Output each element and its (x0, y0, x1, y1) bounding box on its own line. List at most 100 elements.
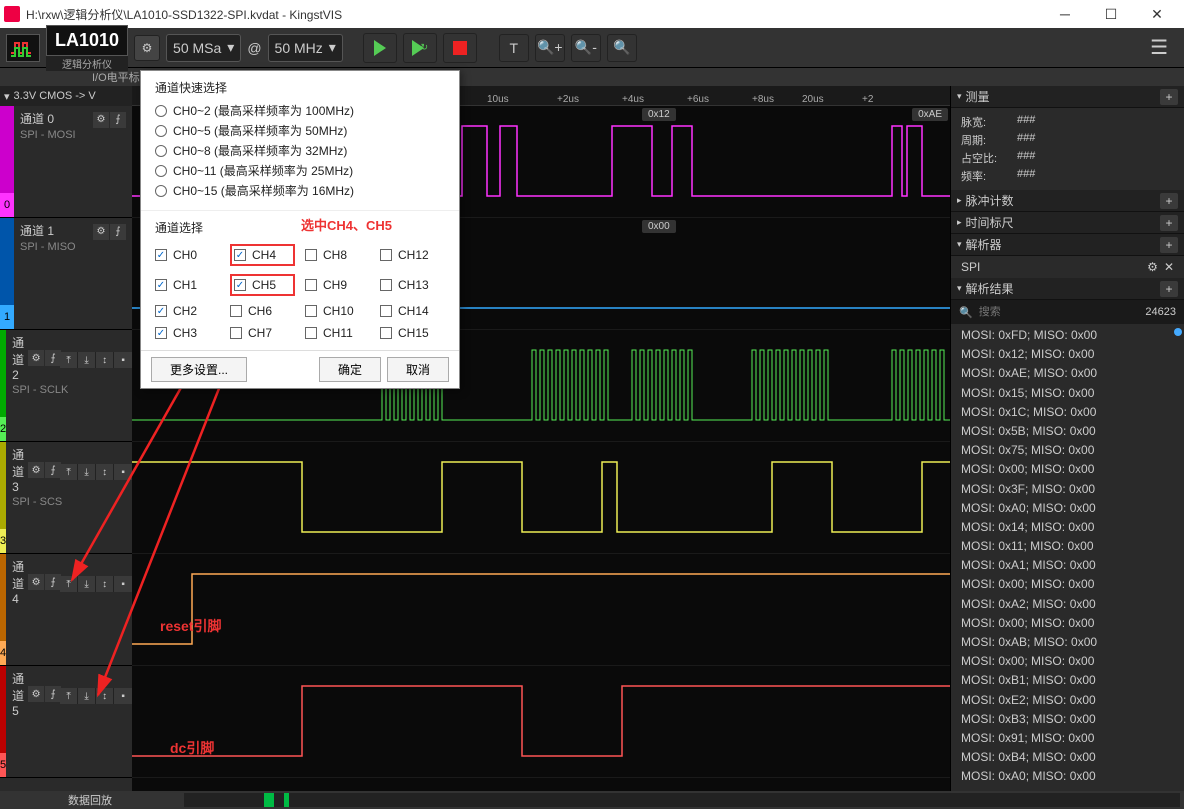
edge-controls[interactable]: ⤒⤓↕▪ (60, 688, 134, 704)
channel-checkbox-CH7[interactable]: CH7 (230, 326, 295, 340)
cancel-button[interactable]: 取消 (387, 357, 449, 382)
parser-item[interactable]: SPI⚙✕ (951, 256, 1184, 278)
result-line[interactable]: MOSI: 0x15; MISO: 0x00 (961, 384, 1174, 403)
gear-icon[interactable]: ⚙ (1147, 260, 1158, 274)
stop-button[interactable] (443, 33, 477, 63)
add-button[interactable]: + (1160, 89, 1178, 105)
panel-timeruler-header[interactable]: ▸时间标尺+ (951, 212, 1184, 234)
radio-option[interactable]: CH0~8 (最高采样频率为 32MHz) (155, 142, 445, 159)
panel-parser-header[interactable]: ▾解析器+ (951, 234, 1184, 256)
result-line[interactable]: MOSI: 0x12; MISO: 0x00 (961, 345, 1174, 364)
channel-checkbox-CH10[interactable]: CH10 (305, 304, 370, 318)
channel-name: 通道 1 (20, 222, 54, 239)
zoom-in-button[interactable]: 🔍+ (535, 34, 565, 62)
channel-checkbox-CH15[interactable]: CH15 (380, 326, 445, 340)
gear-icon[interactable]: ⚙ (28, 350, 44, 366)
result-line[interactable]: MOSI: 0xB1; MISO: 0x00 (961, 671, 1174, 690)
edge-controls[interactable]: ⤒⤓↕▪ (60, 464, 134, 480)
radio-option[interactable]: CH0~5 (最高采样频率为 50MHz) (155, 122, 445, 139)
device-settings-button[interactable]: ⚙ (134, 35, 160, 61)
zoom-out-button[interactable]: 🔍- (571, 34, 601, 62)
channel-checkbox-CH0[interactable]: CH0 (155, 244, 220, 266)
result-line[interactable]: MOSI: 0xAB; MISO: 0x00 (961, 633, 1174, 652)
result-line[interactable]: MOSI: 0x00; MISO: 0x00 (961, 614, 1174, 633)
result-line[interactable]: MOSI: 0x3F; MISO: 0x00 (961, 480, 1174, 499)
edge-controls[interactable]: ⤒⤓↕▪ (60, 576, 134, 592)
add-button[interactable]: + (1160, 215, 1178, 231)
add-button[interactable]: + (1160, 193, 1178, 209)
result-line[interactable]: MOSI: 0xA2; MISO: 0x00 (961, 595, 1174, 614)
results-list[interactable]: MOSI: 0xFD; MISO: 0x00MOSI: 0x12; MISO: … (951, 324, 1184, 791)
voltage-selector[interactable]: ▾3.3V CMOS -> V (0, 86, 132, 106)
close-icon[interactable]: ✕ (1164, 260, 1174, 274)
channel-checkbox-CH2[interactable]: CH2 (155, 304, 220, 318)
result-line[interactable]: MOSI: 0x00; MISO: 0x00 (961, 575, 1174, 594)
edge-icon[interactable]: ⨍ (45, 686, 61, 702)
channel-checkbox-CH8[interactable]: CH8 (305, 244, 370, 266)
gear-icon[interactable]: ⚙ (93, 224, 109, 240)
edge-icon[interactable]: ⨍ (110, 224, 126, 240)
channel-checkbox-CH11[interactable]: CH11 (305, 326, 370, 340)
search-input[interactable] (979, 306, 1146, 318)
result-line[interactable]: MOSI: 0xB4; MISO: 0x00 (961, 748, 1174, 767)
result-line[interactable]: MOSI: 0xA0; MISO: 0x00 (961, 499, 1174, 518)
result-line[interactable]: MOSI: 0x11; MISO: 0x00 (961, 537, 1174, 556)
result-line[interactable]: MOSI: 0x5B; MISO: 0x00 (961, 422, 1174, 441)
zoom-fit-button[interactable]: 🔍 (607, 34, 637, 62)
result-line[interactable]: MOSI: 0x00; MISO: 0x00 (961, 652, 1174, 671)
close-button[interactable]: ✕ (1134, 0, 1180, 28)
result-line[interactable]: MOSI: 0x1C; MISO: 0x00 (961, 403, 1174, 422)
result-line[interactable]: MOSI: 0xB3; MISO: 0x00 (961, 710, 1174, 729)
channel-checkbox-CH3[interactable]: CH3 (155, 326, 220, 340)
wave-value-label: 0xAE (912, 108, 948, 121)
radio-option[interactable]: CH0~15 (最高采样频率为 16MHz) (155, 182, 445, 199)
gear-icon[interactable]: ⚙ (93, 112, 109, 128)
result-line[interactable]: MOSI: 0xAE; MISO: 0x00 (961, 364, 1174, 383)
menu-button[interactable]: ☰ (1140, 35, 1178, 60)
edge-icon[interactable]: ⨍ (45, 574, 61, 590)
radio-option[interactable]: CH0~2 (最高采样频率为 100MHz) (155, 102, 445, 119)
text-tool-button[interactable]: T (499, 34, 529, 62)
gear-icon[interactable]: ⚙ (28, 574, 44, 590)
panel-pulse-header[interactable]: ▸脉冲计数+ (951, 190, 1184, 212)
gear-icon[interactable]: ⚙ (28, 462, 44, 478)
channel-checkbox-CH12[interactable]: CH12 (380, 244, 445, 266)
ok-button[interactable]: 确定 (319, 357, 381, 382)
edge-icon[interactable]: ⨍ (45, 350, 61, 366)
result-line[interactable]: MOSI: 0xA0; MISO: 0x00 (961, 767, 1174, 786)
add-button[interactable]: + (1160, 281, 1178, 297)
channel-checkbox-CH9[interactable]: CH9 (305, 274, 370, 296)
result-line[interactable]: MOSI: 0x91; MISO: 0x00 (961, 729, 1174, 748)
result-line[interactable]: MOSI: 0x14; MISO: 0x00 (961, 518, 1174, 537)
result-line[interactable]: MOSI: 0xFD; MISO: 0x00 (961, 326, 1174, 345)
run-loop-button[interactable]: ↻ (403, 33, 437, 63)
minimize-button[interactable]: ─ (1042, 0, 1088, 28)
edge-controls[interactable]: ⤒⤓↕▪ (60, 352, 134, 368)
radio-option[interactable]: CH0~11 (最高采样频率为 25MHz) (155, 162, 445, 179)
edge-icon[interactable]: ⨍ (110, 112, 126, 128)
channel-checkbox-CH4[interactable]: CH4 (230, 244, 295, 266)
samples-dropdown[interactable]: 50 MSa (166, 34, 241, 62)
result-line[interactable]: MOSI: 0xA1; MISO: 0x00 (961, 556, 1174, 575)
maximize-button[interactable]: ☐ (1088, 0, 1134, 28)
scrollbar-thumb[interactable] (1174, 328, 1182, 336)
rate-dropdown[interactable]: 50 MHz (268, 34, 343, 62)
gear-icon[interactable]: ⚙ (28, 686, 44, 702)
result-line[interactable]: MOSI: 0xE2; MISO: 0x00 (961, 691, 1174, 710)
logo-icon (6, 34, 40, 62)
panel-measure-header[interactable]: ▾测量+ (951, 86, 1184, 108)
run-button[interactable] (363, 33, 397, 63)
scrub-bar[interactable] (184, 793, 1180, 807)
result-line[interactable]: MOSI: 0x75; MISO: 0x00 (961, 441, 1174, 460)
channel-checkbox-CH13[interactable]: CH13 (380, 274, 445, 296)
channel-checkbox-CH1[interactable]: CH1 (155, 274, 220, 296)
channel-block-2: 2 通道 2 ⚙ ⨍ ⤒⤓↕▪ SPI - SCLK (0, 330, 132, 442)
more-settings-button[interactable]: 更多设置... (151, 357, 247, 382)
channel-checkbox-CH5[interactable]: CH5 (230, 274, 295, 296)
panel-results-header[interactable]: ▾解析结果+ (951, 278, 1184, 300)
channel-checkbox-CH6[interactable]: CH6 (230, 304, 295, 318)
add-button[interactable]: + (1160, 237, 1178, 253)
channel-checkbox-CH14[interactable]: CH14 (380, 304, 445, 318)
result-line[interactable]: MOSI: 0x00; MISO: 0x00 (961, 460, 1174, 479)
edge-icon[interactable]: ⨍ (45, 462, 61, 478)
